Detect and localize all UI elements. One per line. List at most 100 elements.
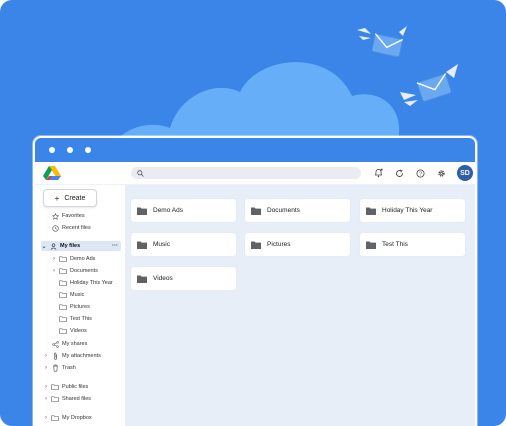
chevron-right-icon[interactable]: › <box>43 353 49 359</box>
folder-name: Documents <box>267 207 300 214</box>
my-attachments-label: My attachments <box>62 353 101 359</box>
sidebar-item-trash[interactable]: › Trash <box>43 363 76 373</box>
sidebar-item-documents[interactable]: › Documents <box>51 266 98 276</box>
trash-label: Trash <box>62 365 76 371</box>
folder-icon <box>137 241 147 249</box>
google-drive-icon[interactable] <box>43 165 61 181</box>
folder-icon <box>137 207 147 215</box>
app-window: ? SD + Create Favorites Recent files ⌄ M… <box>33 136 477 426</box>
avatar[interactable]: SD <box>457 165 473 181</box>
folder-label: Test This <box>70 316 92 322</box>
sidebar-item-pictures[interactable]: Pictures <box>59 302 90 312</box>
folder-icon <box>51 395 59 403</box>
my-shares-label: My shares <box>62 341 88 347</box>
chevron-right-icon[interactable]: › <box>43 365 49 371</box>
hero-canvas: ? SD + Create Favorites Recent files ⌄ M… <box>0 0 506 426</box>
top-bar: ? SD <box>35 162 475 185</box>
folder-icon <box>251 241 261 249</box>
sidebar-item-shared-files[interactable]: › Shared files <box>43 394 91 404</box>
sidebar: + Create Favorites Recent files ⌄ My fil… <box>35 185 125 426</box>
user-icon <box>49 242 57 250</box>
folder-card-holiday-this-year[interactable]: Holiday This Year <box>360 199 465 222</box>
favorites-label: Favorites <box>62 213 85 219</box>
public-files-label: Public files <box>62 384 89 390</box>
sidebar-item-my-dropbox[interactable]: › My Dropbox <box>43 413 92 423</box>
my-dropbox-label: My Dropbox <box>62 415 92 421</box>
plus-icon: + <box>54 193 60 203</box>
folder-name: Test This <box>382 241 408 248</box>
svg-text:?: ? <box>419 171 422 177</box>
folder-icon <box>51 414 59 422</box>
recent-label: Recent files <box>62 225 91 231</box>
paperclip-icon <box>51 352 59 360</box>
chevron-right-icon[interactable]: › <box>43 396 49 402</box>
help-icon[interactable]: ? <box>415 168 426 179</box>
window-maximize-dot[interactable] <box>85 147 91 153</box>
sidebar-item-my-files[interactable]: ⌄ My files ··· <box>41 241 121 251</box>
sidebar-item-my-attachments[interactable]: › My attachments <box>43 351 101 361</box>
folder-icon <box>137 275 147 283</box>
create-label: Create <box>64 194 86 202</box>
chevron-right-icon[interactable]: › <box>51 256 57 262</box>
folder-label: Music <box>70 292 85 298</box>
folder-label: Holiday This Year <box>70 280 113 286</box>
folder-icon <box>59 327 67 335</box>
sidebar-item-test-this[interactable]: Test This <box>59 314 92 324</box>
folder-icon <box>366 241 376 249</box>
chevron-right-icon[interactable]: › <box>51 268 57 274</box>
window-titlebar <box>35 138 475 162</box>
search-input[interactable] <box>131 167 361 179</box>
folder-card-pictures[interactable]: Pictures <box>245 233 350 256</box>
trash-icon <box>51 364 59 372</box>
chevron-right-icon[interactable]: › <box>43 415 49 421</box>
envelope-icon <box>400 64 458 106</box>
folder-icon <box>59 279 67 287</box>
folder-icon <box>59 303 67 311</box>
folder-icon <box>59 255 67 263</box>
folder-card-videos[interactable]: Videos <box>131 267 236 290</box>
sidebar-item-demo-ads[interactable]: › Demo Ads <box>51 254 95 264</box>
folder-name: Pictures <box>267 241 291 248</box>
folder-label: Pictures <box>70 304 90 310</box>
folder-icon <box>59 315 67 323</box>
create-button[interactable]: + Create <box>43 189 97 207</box>
sidebar-item-my-shares[interactable]: My shares <box>51 339 87 349</box>
chevron-right-icon[interactable]: › <box>43 384 49 390</box>
folder-name: Videos <box>153 275 173 282</box>
more-icon[interactable]: ··· <box>112 243 118 249</box>
sidebar-item-videos[interactable]: Videos <box>59 326 87 336</box>
share-icon <box>51 340 59 348</box>
folder-card-music[interactable]: Music <box>131 233 236 256</box>
sidebar-item-music[interactable]: Music <box>59 290 84 300</box>
sidebar-item-holiday[interactable]: Holiday This Year <box>59 278 113 288</box>
gear-icon[interactable] <box>436 168 447 179</box>
folder-label: Documents <box>70 268 98 274</box>
clock-icon <box>51 224 59 232</box>
shared-files-label: Shared files <box>62 396 92 402</box>
envelope-icon <box>357 26 407 58</box>
folder-name: Holiday This Year <box>382 207 433 214</box>
sidebar-item-public-files[interactable]: › Public files <box>43 382 88 392</box>
folder-name: Music <box>153 241 170 248</box>
search-icon <box>137 169 144 177</box>
folder-label: Demo Ads <box>70 256 96 262</box>
folder-icon <box>59 267 67 275</box>
bell-icon[interactable] <box>373 168 384 179</box>
sidebar-item-favorites[interactable]: Favorites <box>51 211 85 221</box>
folder-icon <box>366 207 376 215</box>
file-grid: Demo Ads Documents Holiday This Year Mus… <box>125 185 475 426</box>
folder-card-test-this[interactable]: Test This <box>360 233 465 256</box>
sync-icon[interactable] <box>394 168 405 179</box>
folder-name: Demo Ads <box>153 207 183 214</box>
folder-icon <box>251 207 261 215</box>
window-close-dot[interactable] <box>49 147 55 153</box>
folder-icon <box>59 291 67 299</box>
folder-label: Videos <box>70 328 87 334</box>
window-minimize-dot[interactable] <box>67 147 73 153</box>
sidebar-item-recent[interactable]: Recent files <box>51 223 91 233</box>
folder-card-demo-ads[interactable]: Demo Ads <box>131 199 236 222</box>
chevron-down-icon[interactable]: ⌄ <box>41 243 47 250</box>
my-files-label: My files <box>60 243 81 249</box>
star-icon <box>51 212 59 220</box>
folder-card-documents[interactable]: Documents <box>245 199 350 222</box>
